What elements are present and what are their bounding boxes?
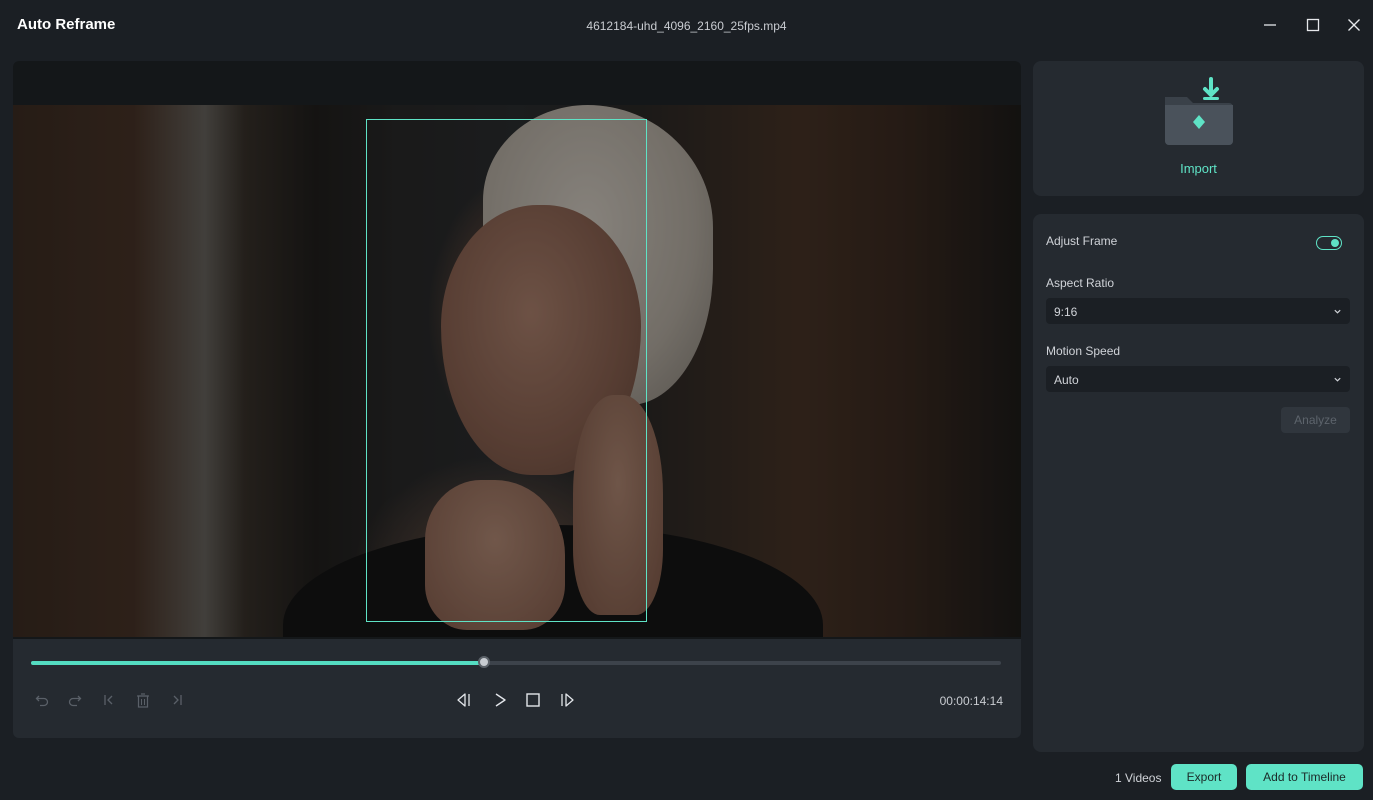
video-area (13, 61, 1021, 639)
reframe-crop-box[interactable] (366, 119, 647, 622)
mark-in-icon[interactable] (98, 689, 120, 711)
play-icon[interactable] (489, 689, 511, 711)
minimize-icon[interactable] (1259, 14, 1281, 36)
maximize-icon[interactable] (1302, 14, 1324, 36)
mark-out-icon[interactable] (166, 689, 188, 711)
scrubber-progress (31, 661, 484, 665)
preview-panel: 00:00:14:14 (13, 61, 1021, 738)
settings-panel: Adjust Frame Aspect Ratio 9:16 Motion Sp… (1033, 214, 1364, 752)
import-label[interactable]: Import (1033, 161, 1364, 176)
delete-icon[interactable] (132, 689, 154, 711)
motion-speed-label: Motion Speed (1046, 344, 1121, 358)
timeline-scrubber[interactable] (31, 656, 1001, 668)
title-bar: Auto Reframe 4612184-uhd_4096_2160_25fps… (0, 0, 1373, 52)
next-frame-icon[interactable] (556, 689, 578, 711)
timecode: 00:00:14:14 (939, 694, 1003, 708)
playhead-handle[interactable] (477, 656, 490, 668)
video-count: 1 Videos (1115, 771, 1162, 785)
close-icon[interactable] (1343, 14, 1365, 36)
prev-frame-icon[interactable] (453, 689, 475, 711)
import-panel[interactable]: Import (1033, 61, 1364, 196)
motion-speed-value: Auto (1054, 373, 1079, 387)
redo-icon[interactable] (64, 689, 86, 711)
export-button[interactable]: Export (1171, 764, 1237, 790)
undo-icon[interactable] (31, 689, 53, 711)
stop-icon[interactable] (522, 689, 544, 711)
add-to-timeline-button[interactable]: Add to Timeline (1246, 764, 1363, 790)
chevron-down-icon (1334, 377, 1341, 382)
adjust-frame-label: Adjust Frame (1046, 234, 1118, 248)
aspect-ratio-select[interactable]: 9:16 (1046, 298, 1350, 324)
toggle-knob (1331, 239, 1339, 247)
chevron-down-icon (1334, 309, 1341, 314)
video-preview (13, 105, 1021, 637)
file-name: 4612184-uhd_4096_2160_25fps.mp4 (586, 19, 787, 33)
aspect-ratio-label: Aspect Ratio (1046, 276, 1115, 290)
import-folder-icon[interactable] (1159, 75, 1239, 150)
adjust-frame-toggle[interactable] (1316, 236, 1342, 250)
motion-speed-select[interactable]: Auto (1046, 366, 1350, 392)
analyze-button[interactable]: Analyze (1281, 407, 1350, 433)
aspect-ratio-value: 9:16 (1054, 305, 1078, 319)
